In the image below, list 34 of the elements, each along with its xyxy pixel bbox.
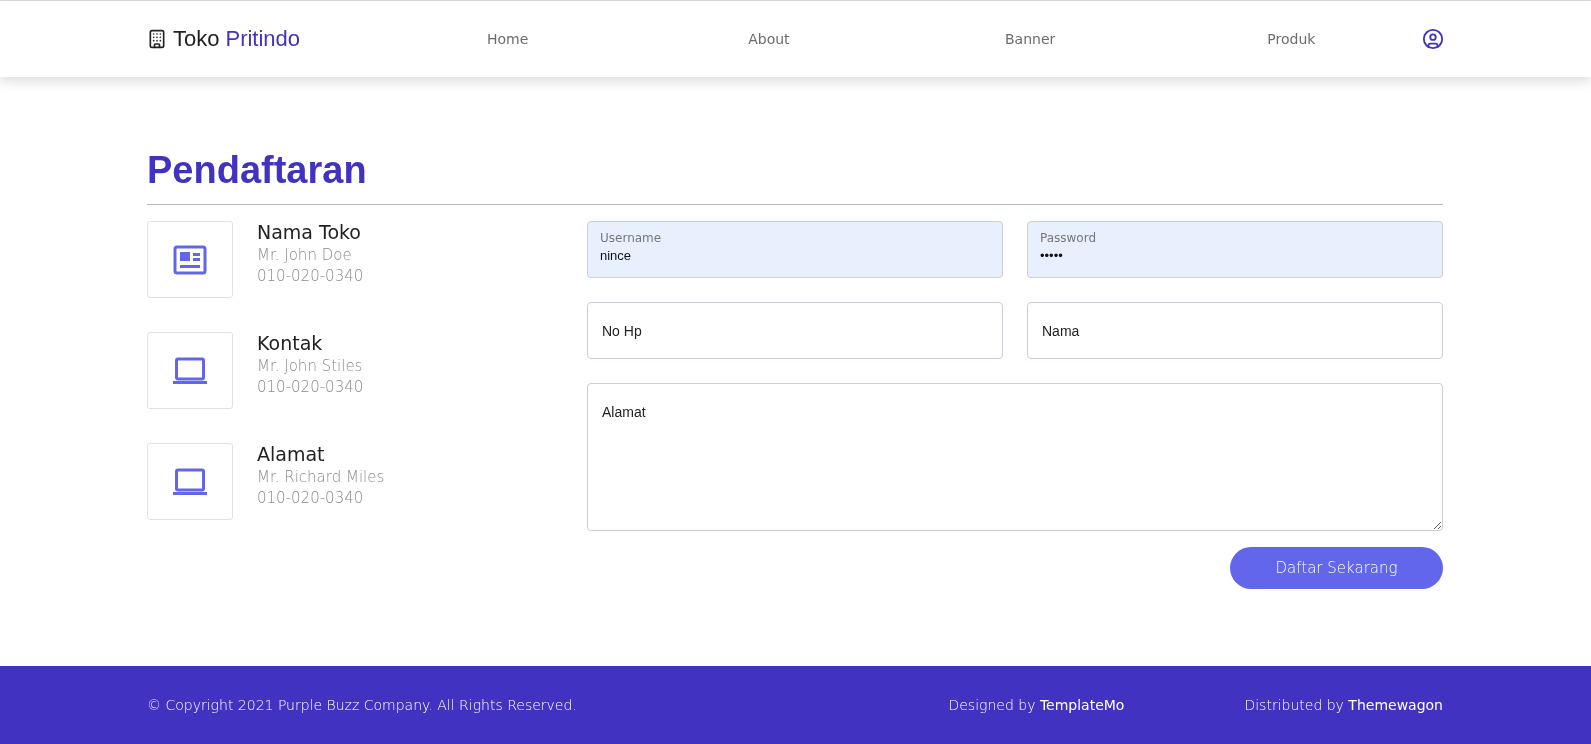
nav-link[interactable]: Home: [486, 31, 529, 47]
submit-button[interactable]: Daftar Sekarang: [1230, 547, 1443, 589]
contact-name: Mr. John Stiles: [257, 357, 364, 375]
nav-link[interactable]: Produk: [1267, 31, 1316, 47]
distributed-by-text: Distributed by Themewagon: [1244, 697, 1443, 713]
copyright-text: © Copyright 2021 Purple Buzz Company. All Rights Reserved.: [147, 697, 577, 713]
field-value: •••••: [1040, 248, 1064, 263]
field-value: nince: [600, 248, 633, 263]
nav-link[interactable]: About: [748, 31, 790, 47]
designed-by-text: Designed by TemplateMo: [948, 697, 1125, 713]
building-icon: [147, 29, 167, 49]
input-field[interactable]: Password •••••: [1027, 221, 1443, 278]
input-field[interactable]: Nama: [1027, 302, 1443, 359]
laptop-icon: [173, 356, 207, 385]
field-label: Password: [1040, 231, 1098, 245]
contact-phone: 010-020-0340: [257, 378, 364, 396]
brand-name[interactable]: Pritindo: [225, 26, 301, 52]
contact-title: Alamat: [257, 443, 326, 465]
input-field[interactable]: No Hp: [587, 302, 1003, 359]
contact-name: Mr. John Doe: [257, 246, 353, 264]
contact-phone: 010-020-0340: [257, 267, 364, 285]
contact-title: Nama Toko: [257, 221, 362, 243]
nav-link[interactable]: Banner: [1004, 31, 1056, 47]
brand-name[interactable]: Toko: [173, 26, 220, 52]
user-icon[interactable]: [1422, 28, 1444, 50]
textarea-field[interactable]: Alamat: [587, 383, 1443, 531]
contact-phone: 010-020-0340: [257, 489, 365, 507]
field-label: Username: [600, 231, 663, 245]
laptop-icon: [173, 467, 207, 496]
contact-title: Kontak: [257, 332, 324, 354]
input-field[interactable]: Username nince: [587, 221, 1003, 278]
contact-name: Mr. Richard Miles: [257, 468, 385, 486]
newspaper-icon: [173, 244, 207, 275]
page-title: Pendaftaran: [147, 149, 1443, 205]
